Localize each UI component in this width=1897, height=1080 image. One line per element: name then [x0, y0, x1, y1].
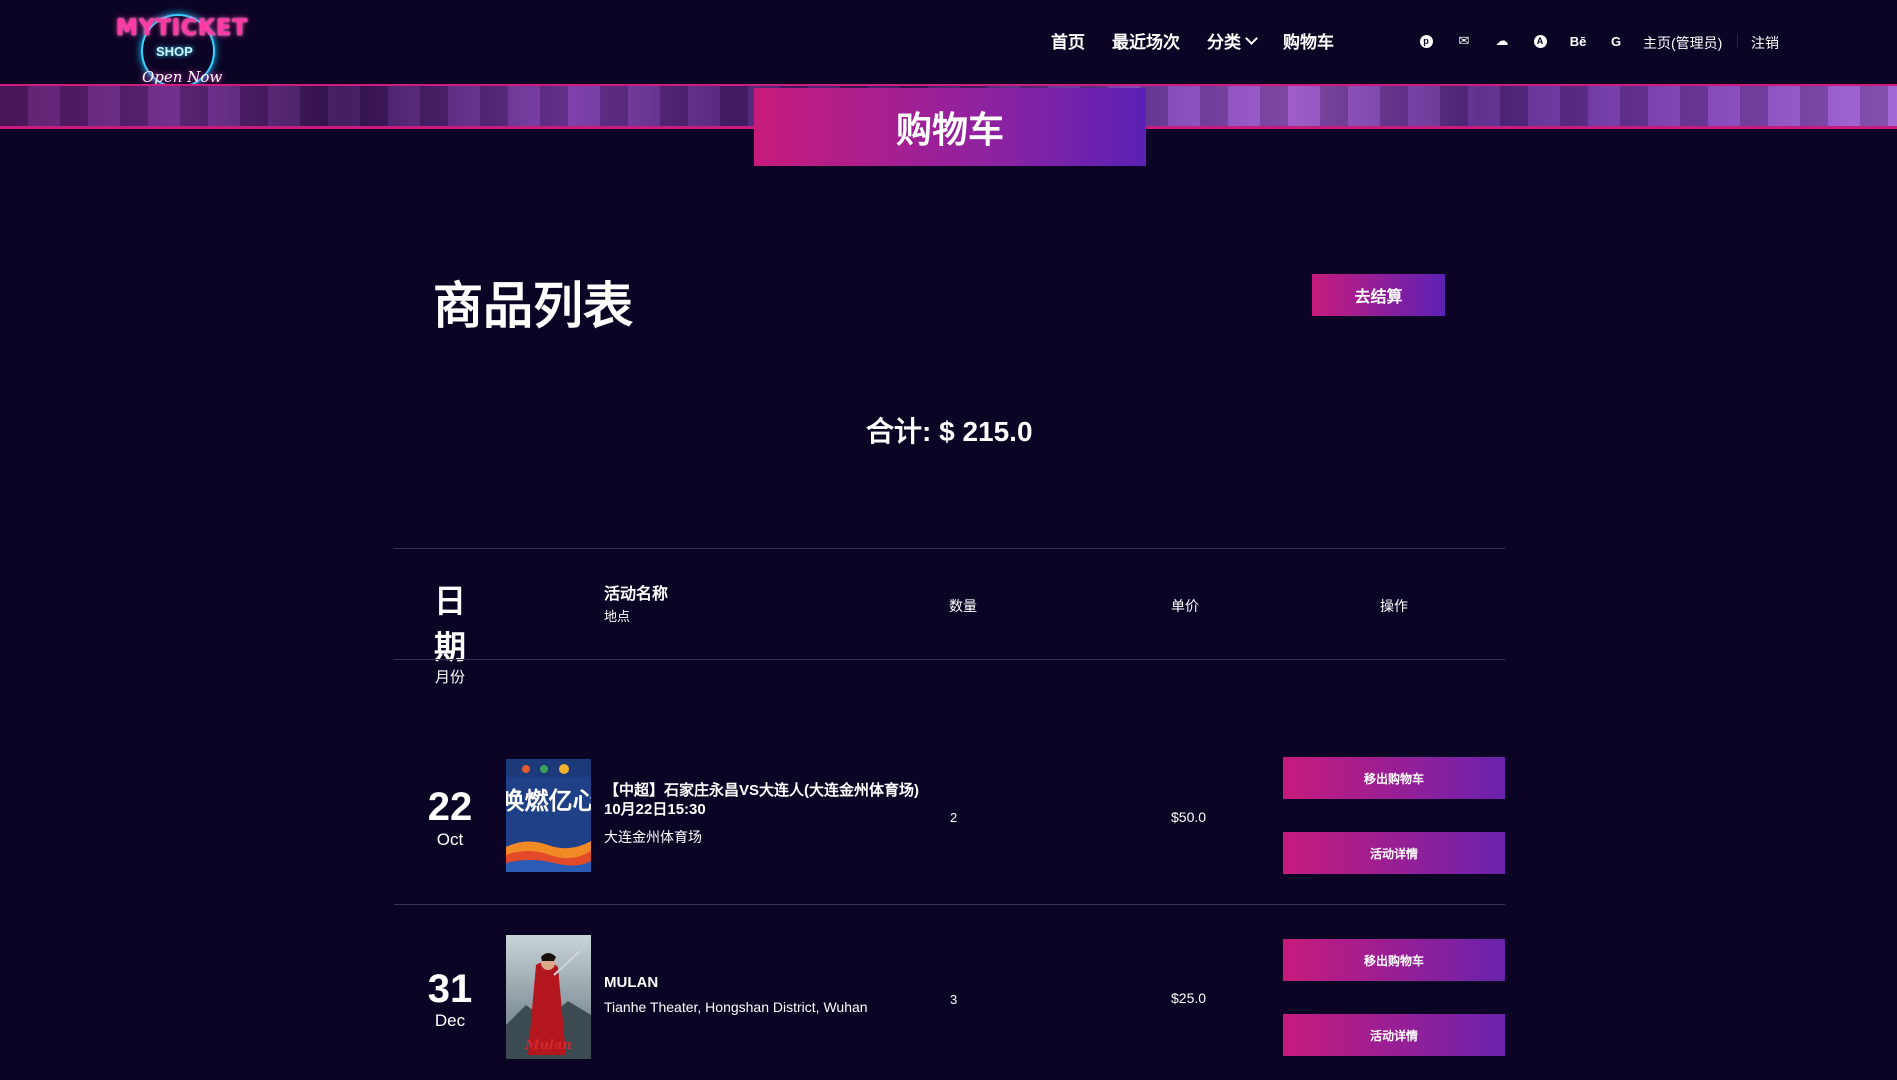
event-quantity: 2 [950, 810, 958, 825]
table-divider [394, 548, 1505, 549]
header-date-label: 日期 [433, 583, 466, 665]
header-month-label: 月份 [434, 669, 465, 686]
event-title[interactable]: MULAN [604, 973, 984, 992]
main-nav: 首页 最近场次 分类 购物车 [1051, 28, 1361, 53]
nav-label: 首页 [1051, 33, 1085, 52]
event-detail-button[interactable]: 活动详情 [1283, 832, 1505, 874]
nav-item-cart[interactable]: 购物车 [1283, 28, 1334, 53]
row-day: 22 [427, 785, 473, 829]
remove-from-cart-button[interactable]: 移出购物车 [1283, 939, 1505, 981]
event-title[interactable]: 【中超】石家庄永昌VS大连人(大连金州体育场) 10月22日15:30 [604, 781, 984, 819]
header-unit-price: 单价 [1171, 598, 1199, 614]
header-venue: 地点 [604, 609, 631, 624]
nav-item-home[interactable]: 首页 [1051, 28, 1085, 53]
table-header-date: 日期 月份 [420, 576, 480, 687]
circle-a-icon[interactable]: A [1530, 31, 1550, 51]
nav-label: 购物车 [1283, 33, 1334, 52]
row-day: 31 [427, 967, 473, 1011]
page-title-box: 购物车 [754, 88, 1146, 166]
poster-image: 唤燃亿心 [506, 759, 591, 872]
pinterest-icon[interactable]: p [1416, 31, 1436, 51]
wechat-icon[interactable]: ✉ [1454, 31, 1474, 51]
event-quantity: 3 [950, 992, 958, 1007]
table-divider [394, 659, 1505, 660]
event-title-line1: 【中超】石家庄永昌VS大连人(大连金州体育场) [604, 782, 920, 799]
nav-label: 分类 [1207, 33, 1241, 52]
account-link[interactable]: 主页(管理员) [1643, 33, 1722, 53]
logo-wordmark: MYTICKET [116, 16, 249, 41]
row-divider [394, 904, 1505, 905]
header-quantity: 数量 [949, 598, 977, 614]
google-icon[interactable]: G [1606, 31, 1626, 51]
logout-link[interactable]: 注销 [1751, 33, 1779, 53]
site-logo[interactable]: MYTICKET SHOP Open Now [108, 6, 248, 88]
event-venue: 大连金州体育场 [604, 829, 702, 845]
row-month: Oct [436, 830, 464, 849]
row-month: Dec [434, 1011, 466, 1030]
nav-label: 最近场次 [1112, 33, 1180, 52]
event-detail-button[interactable]: 活动详情 [1283, 1014, 1505, 1056]
social-links: p ✉ ☁ A Bē G [1416, 31, 1644, 51]
event-poster[interactable]: Mulan [506, 935, 591, 1059]
chevron-down-icon [1245, 31, 1258, 45]
event-price: $25.0 [1171, 990, 1207, 1006]
nav-item-recent[interactable]: 最近场次 [1112, 28, 1180, 53]
poster-image: Mulan [506, 935, 591, 1059]
logo-shop-text: SHOP [156, 44, 193, 59]
event-price: $50.0 [1171, 809, 1207, 825]
header-operations: 操作 [1380, 598, 1408, 614]
event-poster[interactable]: 唤燃亿心 [506, 759, 591, 872]
nav-item-category[interactable]: 分类 [1207, 28, 1258, 53]
page-title: 购物车 [895, 109, 1004, 150]
poster-title: Mulan [524, 1038, 572, 1053]
list-heading: 商品列表 [433, 278, 633, 334]
weibo-icon[interactable]: ☁ [1492, 31, 1512, 51]
remove-from-cart-button[interactable]: 移出购物车 [1283, 757, 1505, 799]
event-title-line1: MULAN [604, 974, 659, 991]
site-header: MYTICKET SHOP Open Now 首页 最近场次 分类 购物车 p … [0, 0, 1897, 88]
event-title-line2: 10月22日15:30 [604, 801, 706, 818]
checkout-button[interactable]: 去结算 [1312, 274, 1445, 316]
header-event-name: 活动名称 [604, 586, 669, 603]
behance-icon[interactable]: Bē [1568, 31, 1588, 51]
event-venue: Tianhe Theater, Hongshan District, Wuhan [604, 999, 868, 1015]
poster-title: 唤燃亿心 [506, 787, 591, 815]
cart-total: 合计: $ 215.0 [866, 416, 1033, 447]
header-divider [1737, 34, 1738, 48]
